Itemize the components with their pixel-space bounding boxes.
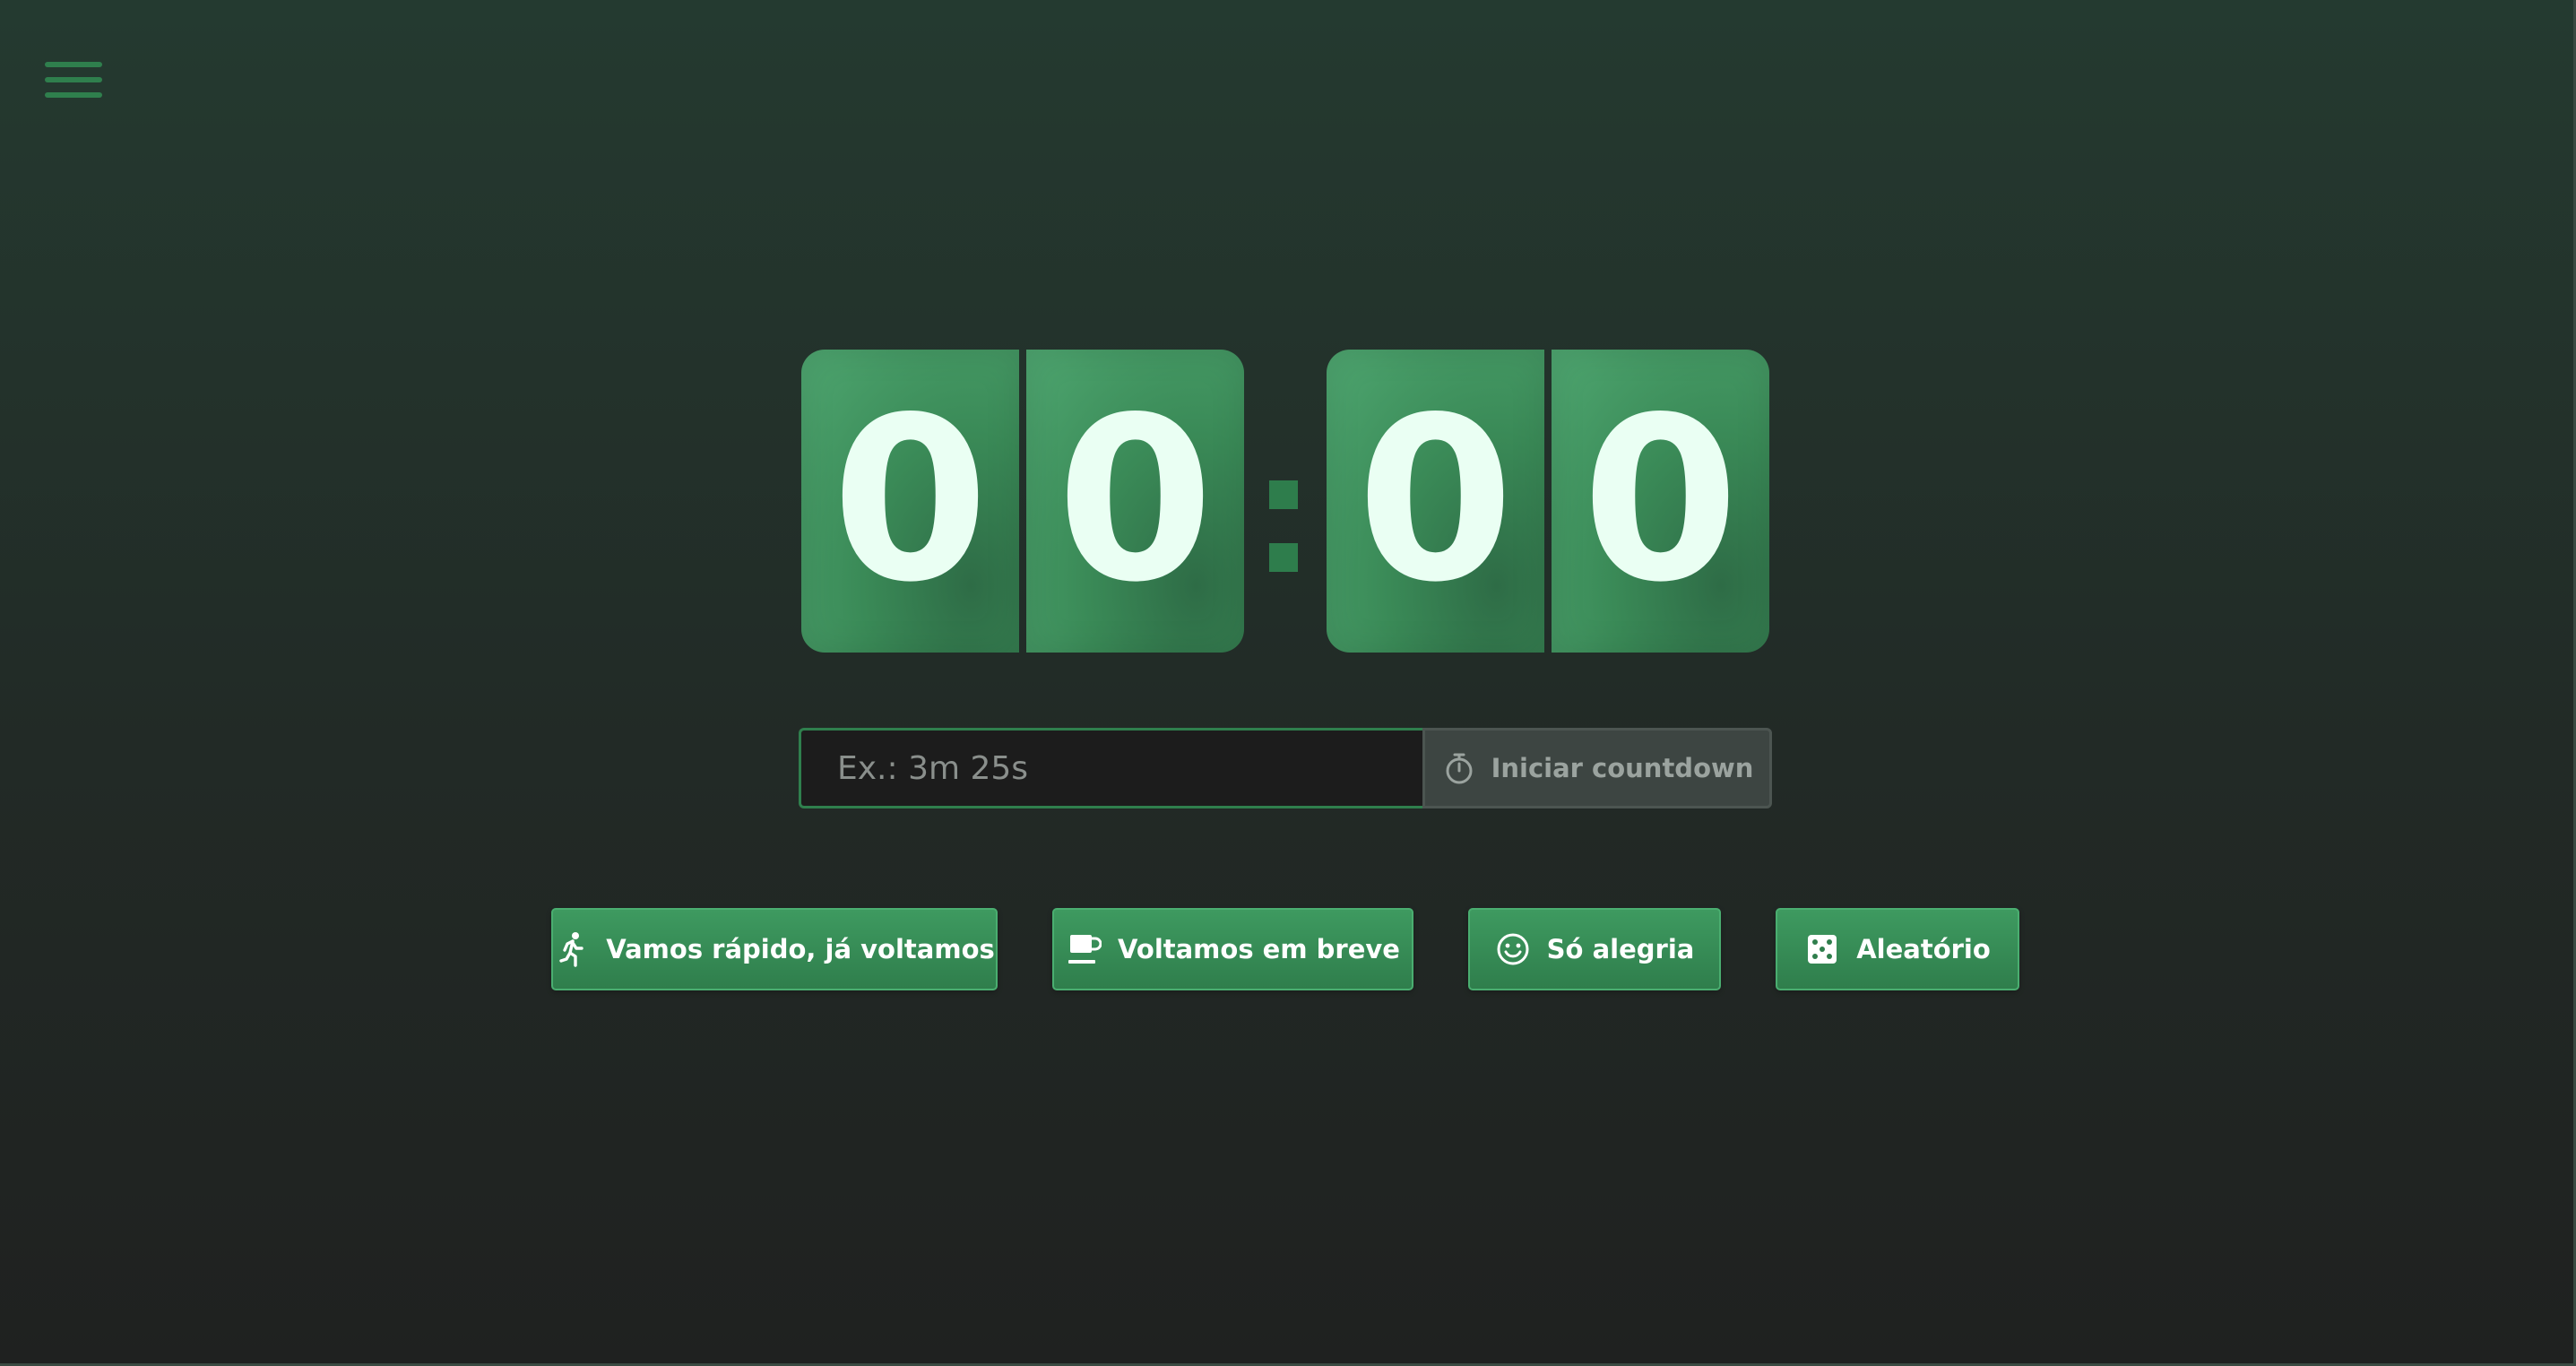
separator-dot [1269,543,1298,572]
preset-joy-button[interactable]: Só alegria [1468,908,1721,990]
preset-quick-return-button[interactable]: Vamos rápido, já voltamos [551,908,998,990]
start-countdown-label: Iniciar countdown [1491,753,1754,783]
seconds-ones-digit: 0 [1552,350,1769,653]
window-frame [0,0,2576,1366]
preset-label: Voltamos em breve [1118,934,1400,964]
stopwatch-icon [1441,750,1477,786]
start-countdown-button[interactable]: Iniciar countdown [1422,728,1772,808]
time-separator [1269,350,1301,654]
preset-random-button[interactable]: Aleatório [1776,908,2019,990]
flip-clock: 0 0 0 0 [801,350,1769,654]
minutes-tens-digit: 0 [801,350,1019,653]
hamburger-menu-icon[interactable] [45,57,102,102]
menu-bar [45,62,102,67]
minutes-ones-digit: 0 [1026,350,1244,653]
dice-icon [1804,931,1840,967]
seconds-display: 0 0 [1327,350,1769,654]
running-person-icon [554,931,590,967]
menu-bar [45,77,102,82]
moon-icon[interactable] [2490,45,2529,84]
preset-label: Aleatório [1856,934,1991,964]
countdown-form: Iniciar countdown [799,728,1772,808]
seconds-tens-digit: 0 [1327,350,1544,653]
separator-dot [1269,480,1298,509]
minutes-display: 0 0 [801,350,1244,654]
preset-label: Só alegria [1546,934,1695,964]
menu-bar [45,92,102,98]
preset-back-soon-button[interactable]: Voltamos em breve [1052,908,1413,990]
countdown-duration-input[interactable] [799,728,1422,808]
smiley-icon [1495,931,1531,967]
preset-label: Vamos rápido, já voltamos [606,934,995,964]
coffee-cup-icon [1066,931,1102,967]
